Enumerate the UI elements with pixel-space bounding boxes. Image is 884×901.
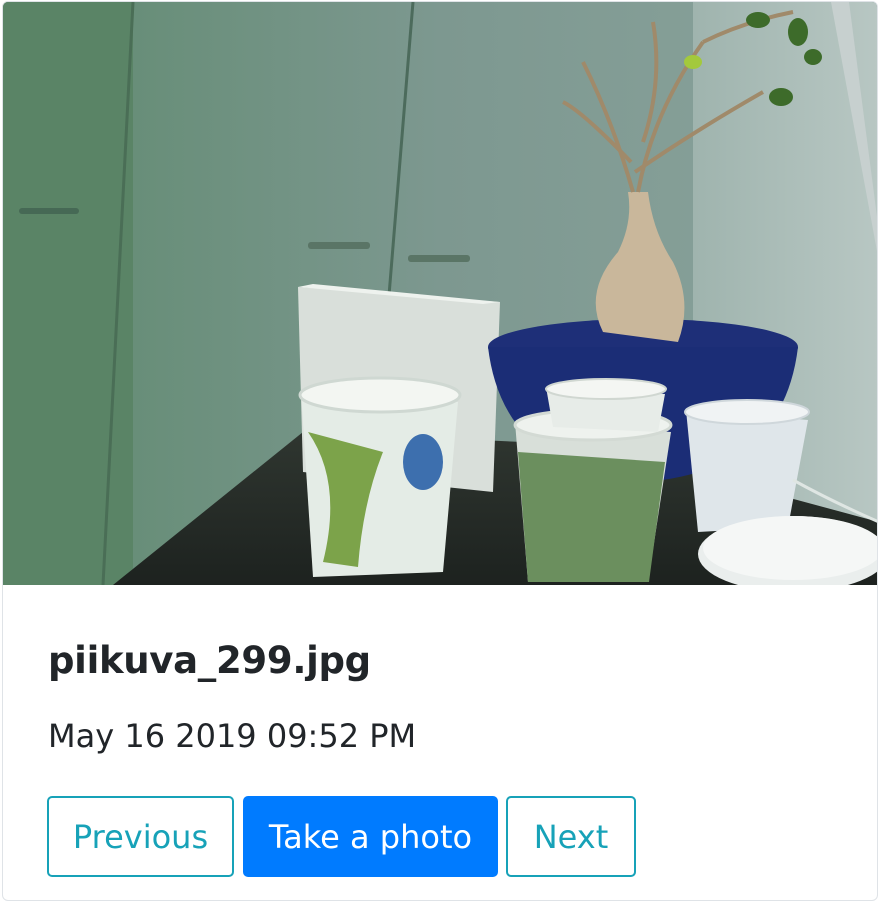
card-body: piikuva_299.jpg May 16 2019 09:52 PM Pre… [3, 585, 877, 900]
photo-filename: piikuva_299.jpg [48, 639, 371, 682]
camera-photo [3, 2, 877, 585]
next-button[interactable]: Next [506, 796, 636, 877]
take-photo-button[interactable]: Take a photo [243, 796, 498, 877]
previous-button[interactable]: Previous [47, 796, 234, 877]
photo-image [3, 2, 877, 585]
photo-timestamp: May 16 2019 09:52 PM [48, 717, 417, 755]
photo-card: piikuva_299.jpg May 16 2019 09:52 PM Pre… [2, 1, 878, 901]
